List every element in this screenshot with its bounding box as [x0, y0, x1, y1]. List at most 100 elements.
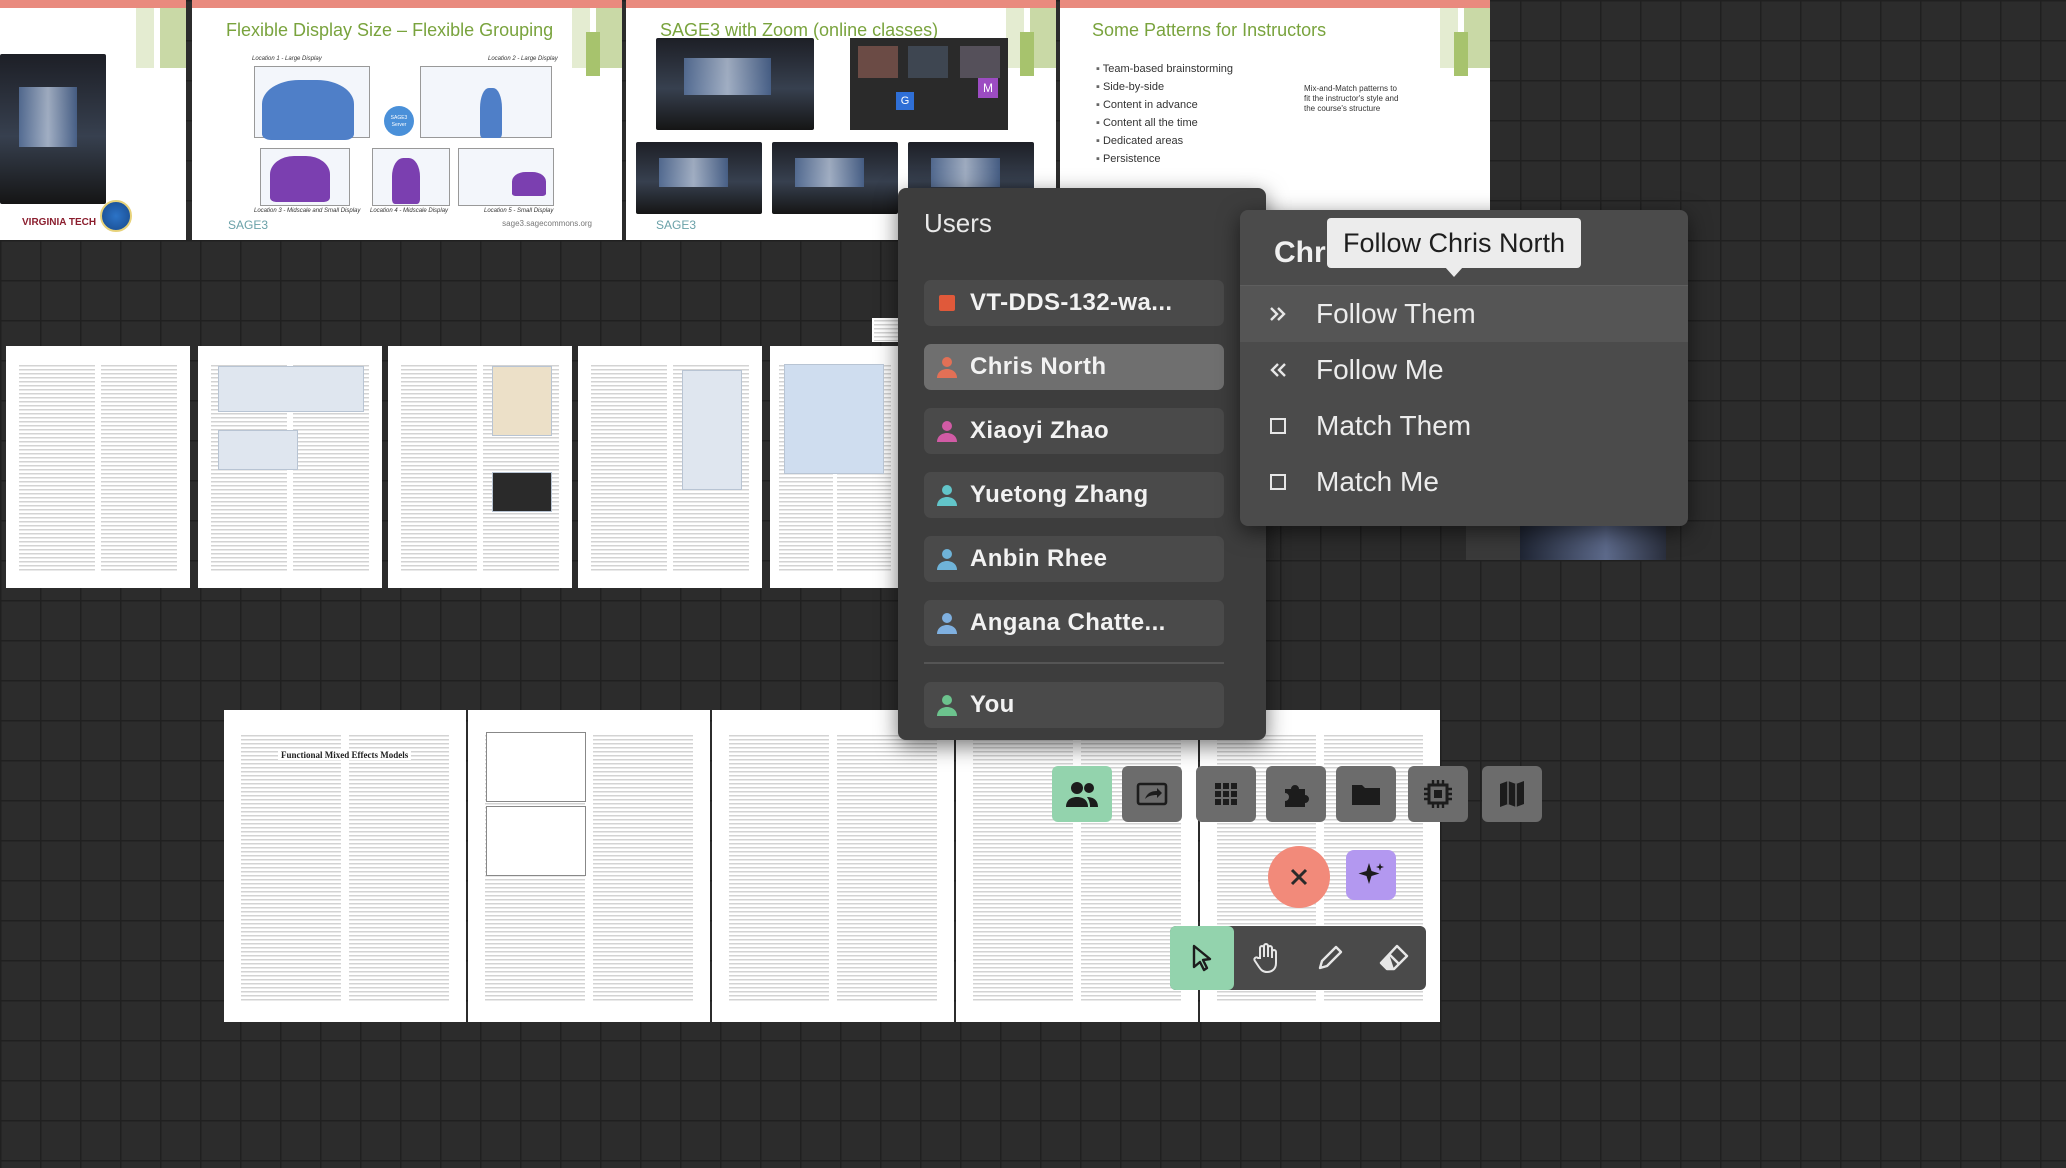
paper-page[interactable]	[770, 346, 900, 588]
pattern-list: Team-based brainstorming Side-by-side Co…	[1096, 60, 1233, 168]
apps-button[interactable]	[1196, 766, 1256, 822]
screen-square-icon	[924, 295, 970, 311]
paper-page[interactable]	[468, 710, 710, 1022]
apps-grid-icon	[1215, 783, 1237, 805]
user-item-you[interactable]: You	[924, 682, 1224, 728]
diagram-label: Location 2 - Large Display	[488, 56, 558, 62]
paper-page[interactable]: Functional Mixed Effects Models	[224, 710, 466, 1022]
paper-page-partial[interactable]	[872, 318, 900, 342]
folder-button[interactable]	[1336, 766, 1396, 822]
diagram-label: Location 3 - Midscale and Small Display	[254, 208, 361, 214]
user-item-label: Chris North	[970, 353, 1107, 380]
menu-item-follow-me[interactable]: Follow Me	[1240, 342, 1688, 398]
menu-item-label: Follow Me	[1316, 354, 1444, 385]
slide-decoration-bar	[1454, 32, 1468, 76]
hand-icon	[1253, 943, 1277, 974]
sage3-logo: SAGE3	[228, 218, 269, 232]
eraser-icon	[1379, 944, 1409, 971]
menu-item-match-me[interactable]: Match Me	[1240, 454, 1688, 510]
menu-item-match-them[interactable]: Match Them	[1240, 398, 1688, 454]
square-icon	[1240, 417, 1316, 435]
user-icon	[924, 693, 970, 717]
zoom-gallery: G M	[850, 38, 1008, 130]
zoom-tile	[960, 46, 1000, 78]
user-icon	[924, 547, 970, 571]
classroom-photo	[636, 142, 762, 214]
zoom-avatar: G	[896, 92, 914, 110]
pencil-tool[interactable]	[1298, 926, 1362, 990]
slide-campus[interactable]: VIRGINIA TECH	[0, 0, 186, 240]
paper-chart	[486, 806, 586, 876]
users-icon	[1066, 782, 1098, 807]
share-screen-button[interactable]	[1122, 766, 1182, 822]
double-chevron-right-icon	[1240, 303, 1316, 325]
slide-note: Mix-and-Match patterns to fit the instru…	[1304, 84, 1399, 113]
menu-item-label: Match Them	[1316, 410, 1472, 441]
list-item: Content in advance	[1096, 96, 1233, 114]
close-button[interactable]	[1268, 846, 1330, 908]
user-icon	[924, 483, 970, 507]
paper-figure	[492, 366, 552, 436]
paper-page[interactable]	[578, 346, 762, 588]
user-icon	[924, 419, 970, 443]
slide-decoration-bar	[586, 32, 600, 76]
canvas-image-fragment[interactable]	[1466, 524, 1666, 560]
pointer-icon	[1192, 944, 1212, 972]
classroom-photo	[0, 54, 106, 204]
paper-figure	[492, 472, 552, 512]
users-button[interactable]	[1052, 766, 1112, 822]
slide-decoration-bar	[1020, 32, 1034, 76]
user-item-angana[interactable]: Angana Chatte...	[924, 600, 1224, 646]
list-item: Side-by-side	[1096, 78, 1233, 96]
user-item-yuetong-zhang[interactable]: Yuetong Zhang	[924, 472, 1224, 518]
sage3-logo: SAGE3	[656, 218, 697, 232]
presenter-silhouette	[480, 88, 502, 138]
map-icon	[1500, 781, 1524, 807]
paper-page[interactable]	[712, 710, 954, 1022]
map-button[interactable]	[1482, 766, 1542, 822]
classroom-photo	[772, 142, 898, 214]
user-item-vt-dds[interactable]: VT-DDS-132-wa...	[924, 280, 1224, 326]
paper-figure	[218, 366, 364, 412]
paper-page[interactable]	[6, 346, 190, 588]
menu-item-label: Match Me	[1316, 466, 1439, 497]
pointer-tool[interactable]	[1170, 926, 1234, 990]
user-item-anbin-rhee[interactable]: Anbin Rhee	[924, 536, 1224, 582]
share-screen-icon	[1136, 782, 1168, 806]
paper-page[interactable]	[956, 710, 1198, 1022]
group-silhouette	[262, 80, 354, 140]
list-item: Dedicated areas	[1096, 132, 1233, 150]
classroom-photo	[656, 38, 814, 130]
plugins-icon	[1285, 785, 1309, 807]
follow-tooltip: Follow Chris North	[1327, 218, 1582, 277]
folder-icon	[1352, 785, 1380, 805]
plugins-button[interactable]	[1266, 766, 1326, 822]
slide-title: Some Patterns for Instructors	[1092, 20, 1327, 40]
zoom-tile	[858, 46, 898, 78]
user-item-chris-north[interactable]: Chris North	[924, 344, 1224, 390]
nsf-logo-icon	[100, 200, 132, 232]
menu-item-follow-them[interactable]: Follow Them	[1240, 286, 1688, 342]
paper-page[interactable]	[198, 346, 382, 588]
zoom-avatar: M	[978, 78, 998, 98]
hand-silhouette	[512, 172, 546, 196]
ai-assistant-button[interactable]	[1346, 850, 1396, 900]
viewer-silhouette	[392, 158, 420, 204]
square-icon	[1240, 473, 1316, 491]
user-item-label: Xiaoyi Zhao	[970, 417, 1110, 444]
chip-button[interactable]	[1408, 766, 1468, 822]
paper-figure	[218, 430, 298, 470]
paper-page[interactable]	[388, 346, 572, 588]
users-panel: Users VT-DDS-132-wa... Chris North Xiaoy…	[898, 188, 1266, 740]
follow-menu-header: Chr	[1274, 236, 1326, 269]
diagram-label: Location 5 - Small Display	[484, 208, 554, 214]
sage3-server-node: SAGE3 Server	[384, 106, 414, 136]
slide-flexible-display[interactable]: Flexible Display Size – Flexible Groupin…	[192, 0, 622, 240]
hand-tool[interactable]	[1234, 926, 1298, 990]
user-item-label: Yuetong Zhang	[970, 481, 1149, 508]
user-icon	[924, 611, 970, 635]
eraser-tool[interactable]	[1362, 926, 1426, 990]
group-silhouette-purple	[270, 156, 330, 202]
list-item: Persistence	[1096, 150, 1233, 168]
user-item-xiaoyi-zhao[interactable]: Xiaoyi Zhao	[924, 408, 1224, 454]
